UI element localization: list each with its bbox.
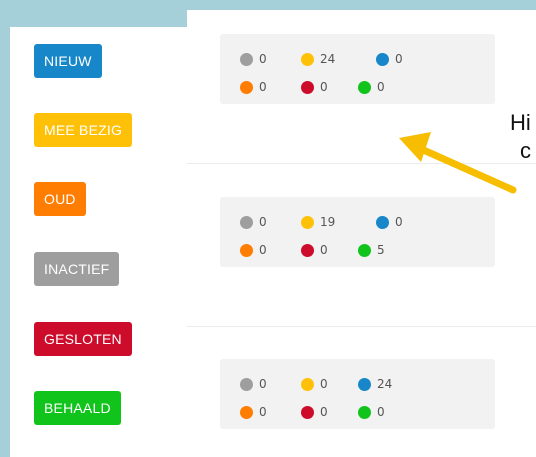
stat-nieuw: 0 bbox=[376, 215, 403, 229]
behaald-dot-icon bbox=[358, 405, 371, 419]
stat-gesloten: 0 bbox=[301, 243, 328, 257]
gesloten-dot-icon bbox=[301, 243, 314, 257]
status-summary-card[interactable]: 0 0 24 0 0 0 bbox=[220, 359, 495, 429]
oud-dot-icon bbox=[240, 80, 253, 94]
arrow-icon bbox=[399, 132, 517, 194]
gesloten-count: 0 bbox=[320, 80, 328, 94]
status-oud-button[interactable]: OUD bbox=[34, 182, 86, 216]
stat-mee-bezig: 0 bbox=[301, 377, 328, 391]
behaald-dot-icon bbox=[358, 80, 371, 94]
inactief-count: 0 bbox=[259, 215, 267, 229]
behaald-count: 0 bbox=[377, 80, 385, 94]
status-mee-bezig-button[interactable]: MEE BEZIG bbox=[34, 113, 133, 147]
mee-bezig-dot-icon bbox=[301, 215, 314, 229]
inactief-count: 0 bbox=[259, 377, 267, 391]
stat-behaald: 0 bbox=[358, 80, 385, 94]
status-behaald-button[interactable]: BEHAALD bbox=[34, 391, 121, 425]
stat-nieuw: 0 bbox=[376, 52, 403, 66]
nieuw-count: 24 bbox=[377, 377, 393, 391]
gesloten-dot-icon bbox=[301, 80, 314, 94]
status-gesloten-button[interactable]: GESLOTEN bbox=[34, 322, 132, 356]
status-legend-panel: NIEUW MEE BEZIG OUD INACTIEF GESLOTEN BE… bbox=[10, 27, 188, 457]
oud-count: 0 bbox=[259, 405, 267, 419]
stat-gesloten: 0 bbox=[301, 80, 328, 94]
annotation-text-line2: c bbox=[520, 138, 531, 163]
stat-inactief: 0 bbox=[240, 377, 267, 391]
stat-behaald: 0 bbox=[358, 405, 385, 419]
inactief-dot-icon bbox=[240, 377, 253, 391]
stat-behaald: 5 bbox=[358, 243, 385, 257]
stat-oud: 0 bbox=[240, 405, 267, 419]
nieuw-dot-icon bbox=[376, 215, 389, 229]
status-inactief-button[interactable]: INACTIEF bbox=[34, 252, 120, 286]
stat-gesloten: 0 bbox=[301, 405, 328, 419]
nieuw-count: 0 bbox=[395, 52, 403, 66]
oud-dot-icon bbox=[240, 405, 253, 419]
oud-count: 0 bbox=[259, 80, 267, 94]
mee-bezig-dot-icon bbox=[301, 377, 314, 391]
nieuw-dot-icon bbox=[358, 377, 371, 391]
behaald-count: 5 bbox=[377, 243, 385, 257]
nieuw-count: 0 bbox=[395, 215, 403, 229]
cards-panel: 0 24 0 0 0 0 0 19 0 0 0 5 0 0 24 0 0 0 H… bbox=[187, 10, 536, 457]
inactief-count: 0 bbox=[259, 52, 267, 66]
behaald-dot-icon bbox=[358, 243, 371, 257]
oud-count: 0 bbox=[259, 243, 267, 257]
inactief-dot-icon bbox=[240, 215, 253, 229]
stat-inactief: 0 bbox=[240, 52, 267, 66]
row-divider bbox=[187, 326, 536, 327]
nieuw-dot-icon bbox=[376, 52, 389, 66]
stat-nieuw: 24 bbox=[358, 377, 392, 391]
mee-bezig-count: 0 bbox=[320, 377, 328, 391]
gesloten-dot-icon bbox=[301, 405, 314, 419]
status-summary-card[interactable]: 0 19 0 0 0 5 bbox=[220, 197, 495, 267]
gesloten-count: 0 bbox=[320, 405, 328, 419]
behaald-count: 0 bbox=[377, 405, 385, 419]
stat-mee-bezig: 19 bbox=[301, 215, 335, 229]
status-summary-card[interactable]: 0 24 0 0 0 0 bbox=[220, 34, 495, 104]
inactief-dot-icon bbox=[240, 52, 253, 66]
status-nieuw-button[interactable]: NIEUW bbox=[34, 44, 102, 78]
gesloten-count: 0 bbox=[320, 243, 328, 257]
stat-inactief: 0 bbox=[240, 215, 267, 229]
oud-dot-icon bbox=[240, 243, 253, 257]
stat-oud: 0 bbox=[240, 243, 267, 257]
mee-bezig-count: 19 bbox=[320, 215, 336, 229]
stat-mee-bezig: 24 bbox=[301, 52, 335, 66]
mee-bezig-dot-icon bbox=[301, 52, 314, 66]
mee-bezig-count: 24 bbox=[320, 52, 336, 66]
stat-oud: 0 bbox=[240, 80, 267, 94]
